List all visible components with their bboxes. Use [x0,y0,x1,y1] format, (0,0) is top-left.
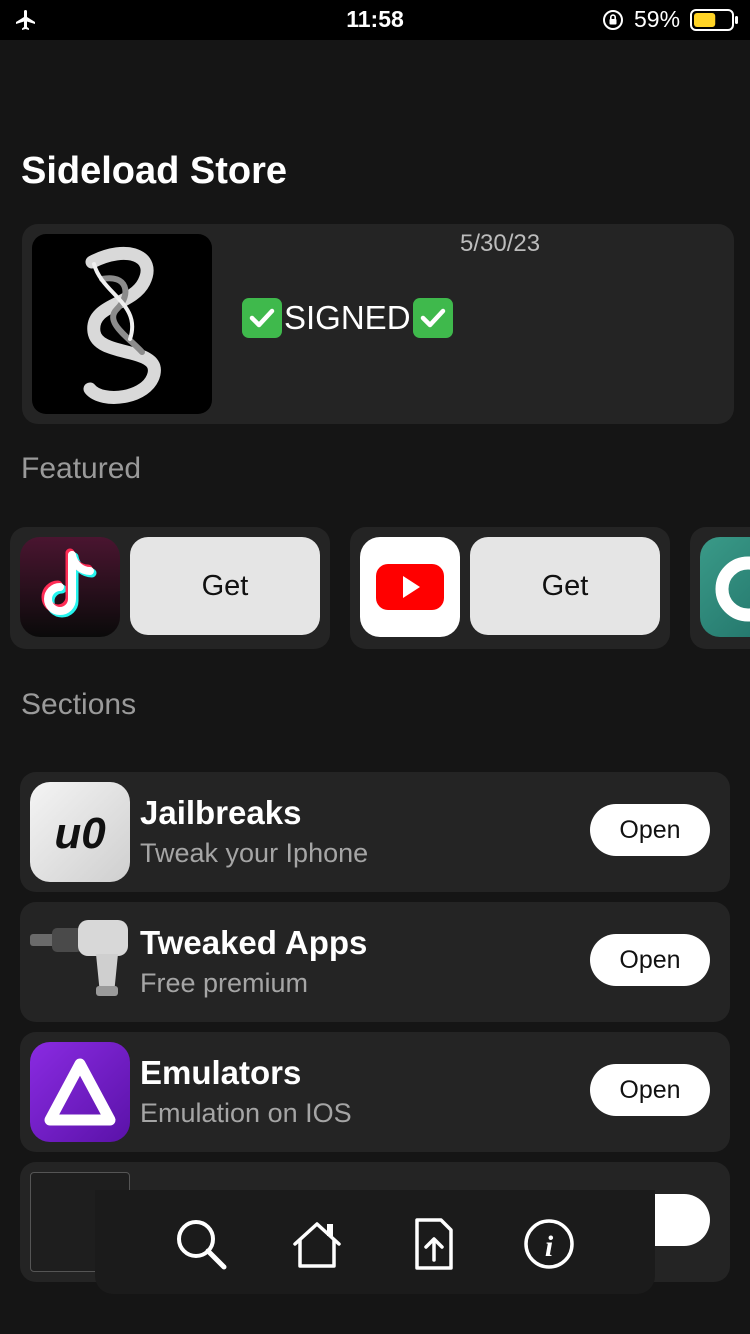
tab-bar: i [95,1190,655,1294]
svg-text:i: i [545,1230,554,1263]
app-icon[interactable] [700,537,750,637]
section-name: Tweaked Apps [140,924,368,961]
sections-heading: Sections [21,688,137,721]
section-subtitle: Free premium [140,968,309,998]
info-icon[interactable]: i [521,1216,577,1272]
section-name: Jailbreaks [140,794,302,831]
signed-text: SIGNED [284,299,411,336]
check-mark-icon [242,298,282,338]
featured-item-tiktok: Get [10,527,330,649]
battery-icon [690,9,738,31]
signed-label: SIGNED [242,298,453,338]
youtube-icon[interactable] [360,537,460,637]
orientation-lock-icon [603,10,623,30]
featured-item-partial [690,527,750,649]
store-logo-image [32,234,212,414]
search-icon[interactable] [173,1216,229,1272]
impact-drill-icon [30,912,130,1012]
open-button[interactable]: Open [590,804,710,856]
section-name: Emulators [140,1054,302,1091]
signed-status-card[interactable]: 5/30/23 SIGNED [22,224,734,424]
upload-icon[interactable] [405,1216,461,1272]
open-button[interactable]: Open [590,1064,710,1116]
get-button[interactable]: Get [470,537,660,635]
card-date: 5/30/23 [460,230,541,257]
get-button[interactable]: Get [130,537,320,635]
section-subtitle: Emulation on IOS [140,1098,352,1128]
svg-text:u0: u0 [54,809,106,858]
section-row-jailbreaks[interactable]: u0 Jailbreaks Tweak your Iphone Open [20,772,730,892]
section-row-emulators[interactable]: Emulators Emulation on IOS Open [20,1032,730,1152]
page-title: Sideload Store [21,150,288,192]
home-icon[interactable] [289,1216,345,1272]
battery-percent: 59% [634,6,681,32]
check-mark-icon [412,298,453,338]
delta-emulator-icon [30,1042,130,1142]
unc0ver-icon: u0 [30,782,130,882]
featured-heading: Featured [21,452,142,485]
section-subtitle: Tweak your Iphone [140,838,369,868]
featured-item-youtube: Get [350,527,670,649]
section-row-tweaked-apps[interactable]: Tweaked Apps Free premium Open [20,902,730,1022]
open-button[interactable]: Open [590,934,710,986]
status-bar: 11:58 59% [0,0,750,40]
tiktok-icon[interactable] [20,537,120,637]
